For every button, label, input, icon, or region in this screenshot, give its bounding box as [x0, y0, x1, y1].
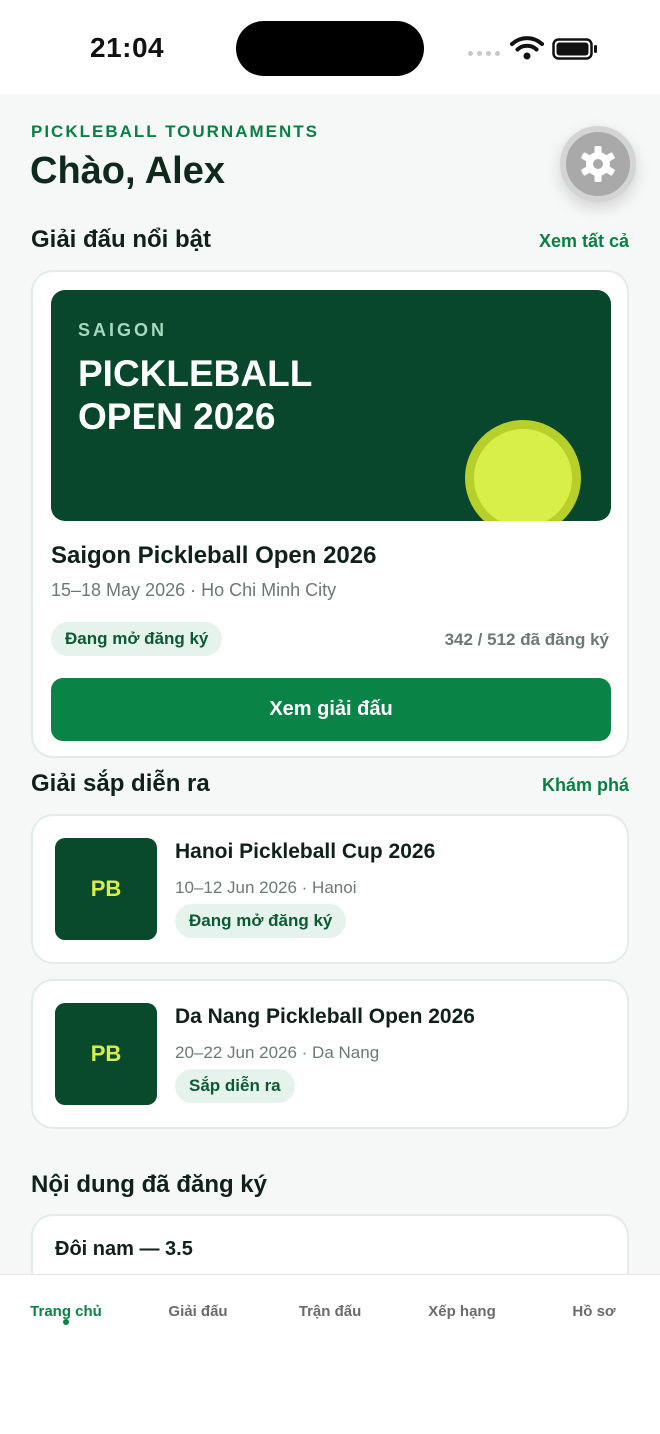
dynamic-island [236, 21, 424, 76]
gear-icon [581, 146, 615, 182]
tab-profile[interactable]: Hồ sơ [528, 1303, 660, 1320]
tab-home[interactable]: Trang chủ [0, 1303, 132, 1325]
settings-button[interactable] [560, 126, 636, 202]
upcoming-section-title: Giải sắp diễn ra [31, 770, 210, 797]
status-badge: Đang mở đăng ký [51, 622, 223, 656]
tab-tournaments[interactable]: Giải đấu [132, 1303, 264, 1320]
tab-label: Giải đấu [168, 1303, 228, 1320]
tournament-name: Da Nang Pickleball Open 2026 [175, 1005, 475, 1028]
view-tournament-button[interactable]: Xem giải đấu [51, 678, 611, 741]
featured-tournament-card[interactable]: SAIGON PICKLEBALL OPEN 2026 Saigon Pickl… [31, 270, 629, 758]
featured-section-title: Giải đấu nổi bật [31, 226, 212, 253]
status-badge: Đang mở đăng ký [175, 904, 347, 938]
tab-label: Hồ sơ [572, 1303, 616, 1320]
tab-label: Trận đấu [298, 1303, 362, 1320]
registered-event-card[interactable]: Đôi nam — 3.5 [31, 1214, 629, 1274]
cellular-signal-icon [468, 51, 500, 56]
tab-matches[interactable]: Trận đấu [264, 1303, 396, 1320]
tournament-meta: 10–12 Jun 2026 · Hanoi [175, 878, 357, 897]
view-all-link[interactable]: Xem tất cả [539, 231, 629, 252]
registered-event-title: Đôi nam — 3.5 [55, 1238, 193, 1260]
explore-link[interactable]: Khám phá [542, 775, 629, 796]
tab-label: Xếp hạng [428, 1303, 496, 1320]
status-bar: 21:04 [0, 0, 660, 94]
list-item[interactable]: PB Hanoi Pickleball Cup 2026 10–12 Jun 2… [31, 814, 629, 964]
pickleball-ball-icon [465, 420, 581, 521]
app-eyebrow: PICKLEBALL TOURNAMENTS [31, 122, 319, 141]
registration-count: 342 / 512 đã đăng ký [444, 630, 609, 649]
tournament-banner: SAIGON PICKLEBALL OPEN 2026 [51, 290, 611, 521]
status-badge: Sắp diễn ra [175, 1069, 295, 1103]
banner-title: PICKLEBALL OPEN 2026 [78, 353, 312, 437]
bottom-tab-bar: Trang chủ Giải đấu Trận đấu Xếp hạng Hồ … [0, 1274, 660, 1434]
home-screen: PICKLEBALL TOURNAMENTS Chào, Alex Giải đ… [0, 94, 660, 1274]
tournament-meta: 15–18 May 2026 · Ho Chi Minh City [51, 580, 337, 600]
banner-city: SAIGON [78, 320, 168, 340]
registered-section-title: Nội dung đã đăng ký [31, 1171, 268, 1198]
greeting-title: Chào, Alex [30, 150, 225, 192]
tournament-thumbnail: PB [55, 1003, 157, 1105]
tab-rankings[interactable]: Xếp hạng [396, 1303, 528, 1320]
list-item[interactable]: PB Da Nang Pickleball Open 2026 20–22 Ju… [31, 979, 629, 1129]
active-tab-indicator [63, 1319, 69, 1325]
tournament-name: Saigon Pickleball Open 2026 [51, 542, 377, 569]
status-time: 21:04 [90, 32, 165, 63]
battery-icon [552, 38, 597, 60]
tournament-thumbnail: PB [55, 838, 157, 940]
tournament-name: Hanoi Pickleball Cup 2026 [175, 840, 436, 863]
tournament-meta: 20–22 Jun 2026 · Da Nang [175, 1043, 380, 1062]
wifi-icon [510, 36, 544, 60]
tab-label: Trang chủ [30, 1303, 102, 1320]
